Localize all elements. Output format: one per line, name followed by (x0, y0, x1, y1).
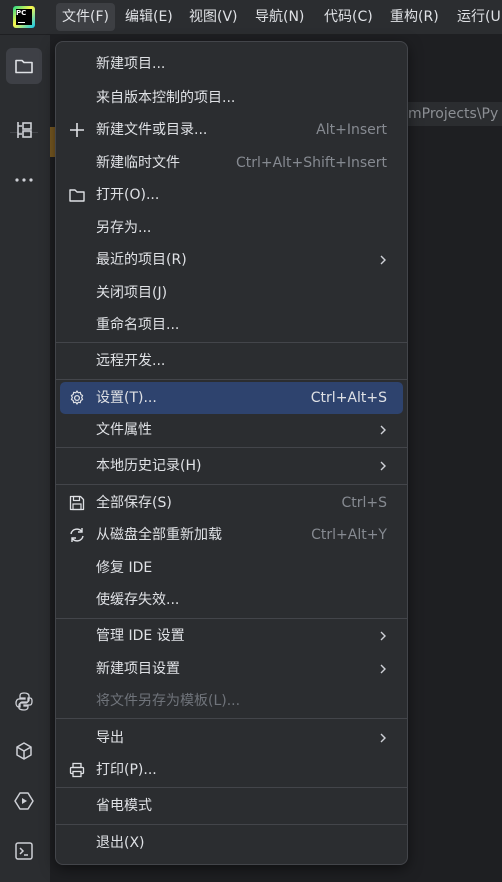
menu-item-remote-development[interactable]: 远程开发... (60, 345, 403, 377)
menu-item-export[interactable]: 导出 (60, 722, 403, 754)
menu-separator (56, 342, 407, 343)
terminal-button[interactable] (6, 833, 42, 869)
menu-separator (56, 718, 407, 719)
structure-icon (17, 122, 32, 138)
more-tools-button[interactable] (6, 162, 42, 198)
menu-item-settings[interactable]: 设置(T)... Ctrl+Alt+S (60, 382, 403, 414)
menu-edit[interactable]: 编辑(E) (125, 0, 173, 34)
chevron-right-icon (380, 425, 386, 435)
menu-separator (56, 618, 407, 619)
menu-separator (56, 787, 407, 788)
menu-item-print[interactable]: 打印(P)... (60, 754, 403, 786)
gear-icon (70, 390, 84, 405)
menu-item-power-save-mode[interactable]: 省电模式 (60, 790, 403, 822)
left-toolstrip (0, 35, 51, 882)
chevron-right-icon (380, 631, 386, 641)
menu-code[interactable]: 代码(C) (324, 0, 373, 34)
menu-view[interactable]: 视图(V) (189, 0, 238, 34)
menu-item-file-properties[interactable]: 文件属性 (60, 414, 403, 446)
menu-separator (56, 484, 407, 485)
packages-icon (16, 742, 32, 760)
reload-icon (70, 528, 84, 542)
menu-item-open[interactable]: 打开(O)... (60, 179, 403, 211)
menu-item-new-project-setup[interactable]: 新建项目设置 (60, 653, 403, 685)
menu-item-local-history[interactable]: 本地历史记录(H) (60, 450, 403, 482)
menu-file[interactable]: 文件(F) (56, 3, 115, 31)
chevron-right-icon (380, 664, 386, 674)
menu-item-save-as[interactable]: 另存为... (60, 212, 403, 244)
menu-refactor[interactable]: 重构(R) (390, 0, 439, 34)
menu-item-new-scratch-file[interactable]: 新建临时文件 Ctrl+Alt+Shift+Insert (60, 147, 403, 179)
python-packages-button[interactable] (6, 733, 42, 769)
menu-item-save-all[interactable]: 全部保存(S) Ctrl+S (60, 487, 403, 519)
main-menubar: PC 文件(F) 编辑(E) 视图(V) 导航(N) 代码(C) 重构(R) 运… (0, 0, 502, 35)
menu-item-manage-ide-settings[interactable]: 管理 IDE 设置 (60, 620, 403, 652)
save-icon (69, 495, 85, 511)
menu-item-save-file-as-template: 将文件另存为模板(L)... (96, 693, 241, 709)
menu-item-exit[interactable]: 退出(X) (60, 827, 403, 859)
chevron-right-icon (380, 461, 386, 471)
menu-item-repair-ide[interactable]: 修复 IDE (60, 552, 403, 584)
structure-tool-button[interactable] (6, 112, 42, 148)
plus-icon (70, 123, 84, 137)
pycharm-logo-icon[interactable]: PC (13, 6, 35, 28)
menu-item-close-project[interactable]: 关闭项目(J) (60, 277, 403, 309)
file-menu-dropdown: 新建项目... 来自版本控制的项目... 新建文件或目录... Alt+Inse… (55, 41, 408, 865)
chevron-right-icon (380, 733, 386, 743)
menu-item-new-project[interactable]: 新建项目... (60, 48, 403, 80)
menu-separator (56, 824, 407, 825)
project-path-hint: mProjects\Py (406, 102, 502, 126)
python-console-button[interactable] (6, 683, 42, 719)
menu-run[interactable]: 运行(U (457, 0, 501, 34)
menu-item-invalidate-caches[interactable]: 使缓存失效... (60, 584, 403, 616)
menu-separator (56, 447, 407, 448)
project-tool-button[interactable] (6, 48, 42, 84)
services-button[interactable] (6, 783, 42, 819)
chevron-right-icon (380, 255, 386, 265)
menu-item-new-file-or-dir[interactable]: 新建文件或目录... Alt+Insert (60, 114, 403, 146)
python-icon (15, 692, 33, 711)
terminal-icon (15, 842, 33, 860)
services-icon (14, 792, 34, 810)
menu-navigate[interactable]: 导航(N) (255, 0, 304, 34)
folder-icon (15, 59, 33, 74)
folder-icon (69, 189, 85, 202)
more-dots-icon (15, 178, 33, 182)
menu-item-rename-project[interactable]: 重命名项目... (60, 309, 403, 341)
menu-item-project-from-vcs[interactable]: 来自版本控制的项目... (60, 82, 403, 114)
menu-separator (56, 379, 407, 380)
print-icon (69, 762, 85, 778)
menu-item-recent-projects[interactable]: 最近的项目(R) (60, 244, 403, 276)
menu-item-reload-all-from-disk[interactable]: 从磁盘全部重新加载 Ctrl+Alt+Y (60, 519, 403, 551)
